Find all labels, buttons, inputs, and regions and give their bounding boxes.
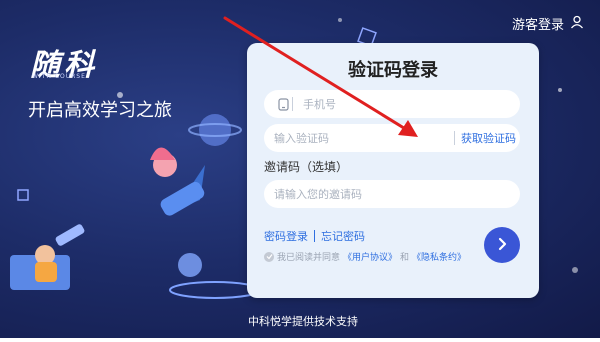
guest-login-button[interactable]: 游客登录 [512, 14, 584, 33]
login-links: 密码登录 忘记密码 [264, 228, 365, 244]
login-submit-button[interactable] [484, 227, 520, 263]
phone-input[interactable] [293, 97, 473, 111]
invite-label: 邀请码（选填） [264, 160, 349, 174]
invite-field [264, 180, 520, 208]
footer-text: 中科悦学提供技术支持 [248, 315, 358, 328]
login-card: 验证码登录 获取验证码 邀请码（选填） 密码登录 忘记密码 我已阅读并同意 《用… [247, 43, 539, 298]
phone-icon [274, 90, 292, 118]
privacy-link[interactable]: 《隐私条约》 [412, 250, 466, 263]
chevron-right-icon [495, 237, 509, 254]
code-input[interactable] [264, 131, 454, 145]
guest-login-label: 游客登录 [511, 18, 564, 33]
agreement-and: 和 [400, 253, 410, 263]
forgot-password-link[interactable]: 忘记密码 [321, 228, 365, 244]
password-login-link[interactable]: 密码登录 [264, 228, 308, 244]
agreement: 我已阅读并同意 《用户协议》 和 《隐私条约》 [264, 250, 466, 263]
brand-slogan: 开启高效学习之旅 [28, 100, 172, 121]
agree-checkbox[interactable] [264, 251, 274, 262]
invite-input[interactable] [264, 187, 504, 201]
get-code-button[interactable]: 获取验证码 [461, 130, 516, 146]
agreement-prefix: 我已阅读并同意 [277, 253, 341, 263]
user-icon [570, 15, 584, 33]
links-divider [314, 230, 315, 242]
brand-subtitle: WITH COURSE [32, 73, 86, 80]
code-field: 获取验证码 [264, 124, 520, 152]
field-divider [454, 131, 455, 145]
user-agreement-link[interactable]: 《用户协议》 [343, 250, 397, 263]
card-title: 验证码登录 [348, 60, 438, 81]
phone-field [264, 90, 520, 118]
